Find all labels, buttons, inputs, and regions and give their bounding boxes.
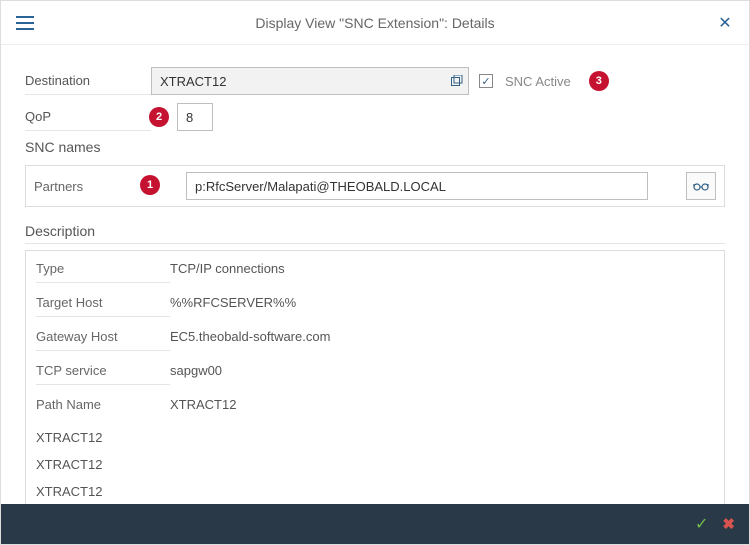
desc-row: Gateway Host EC5.theobald-software.com	[36, 323, 714, 357]
desc-key: Target Host	[36, 295, 170, 317]
description-title: Description	[25, 223, 725, 244]
close-icon: ✕	[718, 13, 731, 33]
desc-key: Gateway Host	[36, 329, 170, 351]
desc-row: Target Host %%RFCSERVER%%	[36, 289, 714, 323]
annotation-badge-2: 2	[149, 107, 169, 127]
description-section: Description Type TCP/IP connections Targ…	[25, 223, 725, 504]
display-button[interactable]	[686, 172, 716, 200]
desc-row: TCP service sapgw00	[36, 357, 714, 391]
desc-extra: XTRACT12	[36, 478, 714, 504]
hamburger-icon	[16, 16, 34, 30]
qop-row: QoP 2	[25, 103, 725, 131]
description-box: Type TCP/IP connections Target Host %%RF…	[25, 250, 725, 504]
snc-active-checkbox[interactable]: ✓	[479, 74, 493, 88]
titlebar: Display View "SNC Extension": Details ✕	[1, 1, 749, 45]
desc-key: Type	[36, 261, 170, 283]
window: Display View "SNC Extension": Details ✕ …	[0, 0, 750, 545]
destination-input-wrap	[151, 67, 469, 95]
check-icon: ✓	[481, 75, 490, 88]
destination-input[interactable]	[151, 67, 469, 95]
annotation-badge-3: 3	[589, 71, 609, 91]
desc-val: sapgw00	[170, 363, 222, 385]
annotation-badge-1: 1	[140, 175, 160, 195]
desc-extra: XTRACT12	[36, 424, 714, 451]
desc-key: TCP service	[36, 363, 170, 385]
desc-val: EC5.theobald-software.com	[170, 329, 330, 351]
desc-row: Type TCP/IP connections	[36, 255, 714, 289]
snc-names-title: SNC names	[25, 139, 725, 159]
menu-button[interactable]	[13, 11, 37, 35]
footer-bar: ✓ ✖	[1, 504, 749, 544]
desc-val: TCP/IP connections	[170, 261, 285, 283]
qop-label: QoP	[25, 103, 151, 131]
content-area: Destination ✓ SNC Active 3 QoP 2	[1, 45, 749, 504]
partners-row: Partners 1	[25, 165, 725, 207]
destination-label: Destination	[25, 67, 151, 95]
desc-key: Path Name	[36, 397, 170, 418]
destination-field-wrap: ✓ SNC Active 3	[151, 67, 725, 95]
qop-field-wrap	[151, 103, 725, 131]
desc-val: XTRACT12	[170, 397, 236, 418]
glasses-icon	[693, 181, 709, 191]
window-title: Display View "SNC Extension": Details	[255, 15, 494, 31]
accept-button[interactable]: ✓	[695, 514, 708, 534]
desc-val: %%RFCSERVER%%	[170, 295, 296, 317]
destination-row: Destination ✓ SNC Active 3	[25, 67, 725, 95]
cancel-button[interactable]: ✖	[722, 515, 735, 533]
close-button[interactable]: ✕	[713, 11, 737, 35]
desc-row: Path Name XTRACT12	[36, 391, 714, 424]
checkmark-icon: ✓	[695, 516, 708, 533]
snc-active-label: SNC Active	[505, 74, 571, 89]
qop-input[interactable]	[177, 103, 213, 131]
cross-icon: ✖	[722, 516, 735, 533]
desc-extra: XTRACT12	[36, 451, 714, 478]
partners-label: Partners	[34, 179, 144, 194]
partners-input[interactable]	[186, 172, 648, 200]
